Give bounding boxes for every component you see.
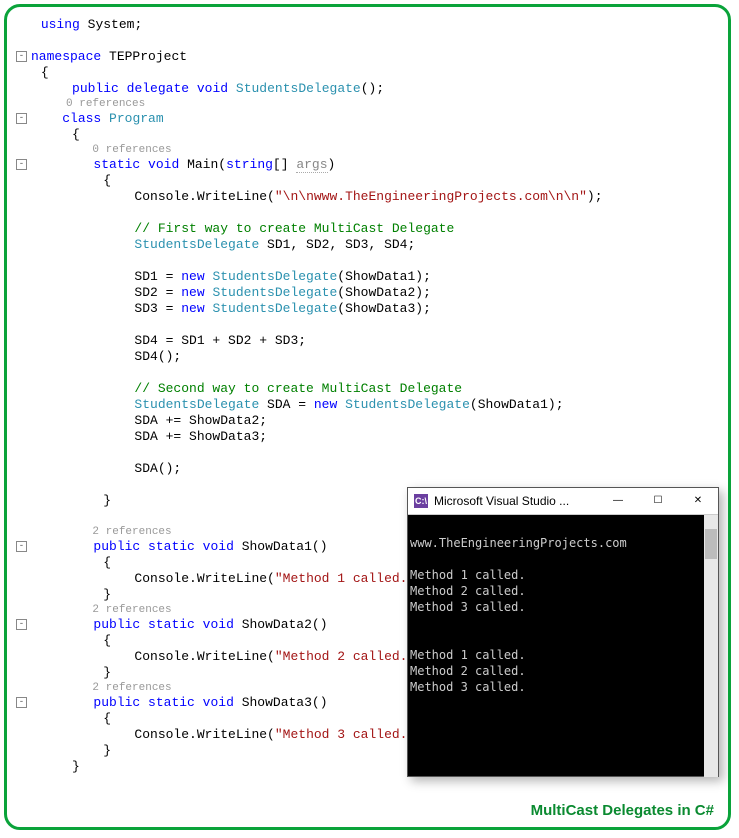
blank-line: [15, 317, 720, 333]
code-line: SDA += ShowData2;: [15, 413, 720, 429]
fold-icon[interactable]: -: [16, 619, 27, 630]
blank-line: [15, 205, 720, 221]
reference-count[interactable]: 0 references: [15, 97, 720, 111]
console-title: Microsoft Visual Studio ...: [434, 494, 598, 508]
code-line: StudentsDelegate SDA = new StudentsDeleg…: [15, 397, 720, 413]
code-line: using System;: [15, 17, 720, 33]
code-line: - static void Main(string[] args): [15, 157, 720, 173]
code-line: SDA += ShowData3;: [15, 429, 720, 445]
code-line: StudentsDelegate SD1, SD2, SD3, SD4;: [15, 237, 720, 253]
code-line: {: [15, 65, 720, 81]
fold-icon[interactable]: -: [16, 697, 27, 708]
minimize-button[interactable]: —: [598, 488, 638, 514]
code-line: // Second way to create MultiCast Delega…: [15, 381, 720, 397]
fold-icon[interactable]: -: [16, 159, 27, 170]
blank-line: [15, 253, 720, 269]
code-line: SD4 = SD1 + SD2 + SD3;: [15, 333, 720, 349]
code-line: SD3 = new StudentsDelegate(ShowData3);: [15, 301, 720, 317]
vs-icon: C:\: [414, 494, 428, 508]
code-line: SD2 = new StudentsDelegate(ShowData2);: [15, 285, 720, 301]
blank-line: [15, 365, 720, 381]
code-line: SD1 = new StudentsDelegate(ShowData1);: [15, 269, 720, 285]
fold-icon[interactable]: -: [16, 51, 27, 62]
code-line: - class Program: [15, 111, 720, 127]
figure-caption: MultiCast Delegates in C#: [531, 802, 714, 819]
code-line: -namespace TEPProject: [15, 49, 720, 65]
blank-line: [15, 445, 720, 461]
console-window: C:\ Microsoft Visual Studio ... — ☐ ✕ ww…: [407, 487, 719, 777]
console-titlebar[interactable]: C:\ Microsoft Visual Studio ... — ☐ ✕: [408, 488, 718, 515]
code-line: {: [15, 127, 720, 143]
code-line: SDA();: [15, 461, 720, 477]
maximize-button[interactable]: ☐: [638, 488, 678, 514]
fold-icon[interactable]: -: [16, 113, 27, 124]
fold-icon[interactable]: -: [16, 541, 27, 552]
code-line: public delegate void StudentsDelegate();: [15, 81, 720, 97]
scroll-thumb[interactable]: [705, 529, 717, 559]
code-line: {: [15, 173, 720, 189]
scrollbar[interactable]: [704, 515, 718, 777]
console-output: www.TheEngineeringProjects.com Method 1 …: [408, 515, 718, 777]
blank-line: [15, 775, 720, 791]
figure-frame: using System; -namespace TEPProject { pu…: [4, 4, 731, 830]
reference-count[interactable]: 0 references: [15, 143, 720, 157]
code-line: Console.WriteLine("\n\nwww.TheEngineerin…: [15, 189, 720, 205]
code-line: SD4();: [15, 349, 720, 365]
code-line: // First way to create MultiCast Delegat…: [15, 221, 720, 237]
blank-line: [15, 33, 720, 49]
close-button[interactable]: ✕: [678, 488, 718, 514]
